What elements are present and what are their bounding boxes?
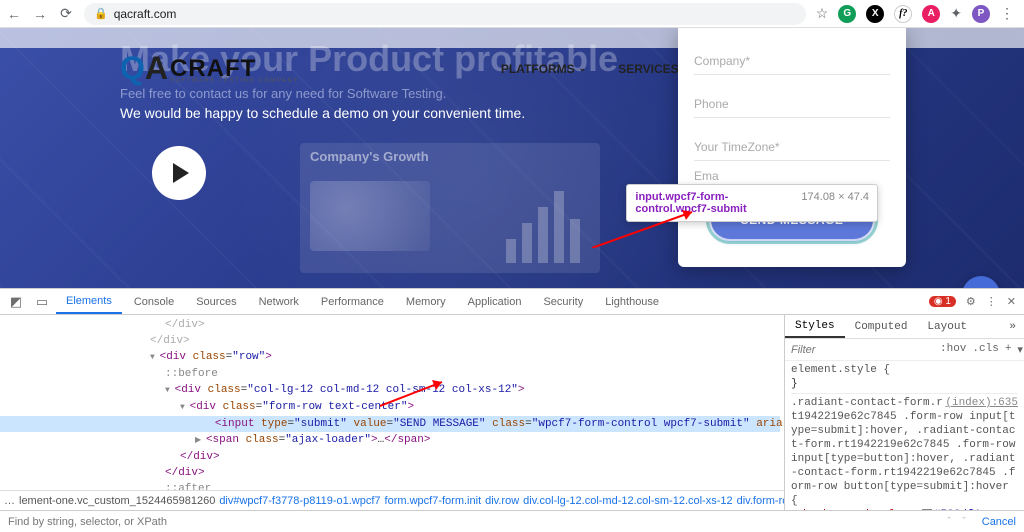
tooltip-dimensions: 174.08 × 47.4 — [801, 191, 869, 203]
bookmark-icon[interactable]: ☆ — [816, 5, 829, 22]
error-count-badge[interactable]: ◉ 1 — [929, 296, 956, 307]
cls-toggle[interactable]: .cls — [972, 343, 998, 357]
tab-sources[interactable]: Sources — [186, 289, 246, 314]
address-bar[interactable]: 🔒 qacraft.com — [84, 3, 806, 25]
styles-panel-menu-icon[interactable]: ▾ — [1017, 343, 1023, 357]
tab-console[interactable]: Console — [124, 289, 184, 314]
tab-elements[interactable]: Elements — [56, 289, 122, 314]
lock-icon: 🔒 — [94, 7, 108, 20]
phone-field[interactable] — [694, 91, 890, 118]
chevron-down-icon: ⌄ — [579, 63, 587, 74]
devtools-panel: ◩ ▭ Elements Console Sources Network Per… — [0, 288, 1024, 532]
tab-memory[interactable]: Memory — [396, 289, 456, 314]
extension-f[interactable]: f? — [894, 5, 912, 23]
styles-tab-more[interactable]: » — [1001, 315, 1024, 338]
styles-tab-styles[interactable]: Styles — [785, 315, 845, 338]
growth-chart: Company's Growth — [300, 143, 600, 273]
extensions-icon[interactable]: ✦ — [950, 5, 962, 22]
hero-line-1: Feel free to contact us for any need for… — [120, 86, 525, 101]
extension-g[interactable]: G — [838, 5, 856, 23]
chrome-menu-icon[interactable]: ⋮ — [1000, 5, 1014, 22]
find-navigate-icons[interactable]: ˆ ˇ — [947, 516, 969, 528]
tab-security[interactable]: Security — [533, 289, 593, 314]
forward-icon[interactable]: → — [32, 6, 48, 22]
styles-tab-computed[interactable]: Computed — [845, 315, 918, 338]
find-input[interactable]: Find by string, selector, or XPath — [8, 516, 935, 528]
timezone-field[interactable] — [694, 134, 890, 161]
new-rule-button[interactable]: + — [1005, 343, 1012, 357]
devtools-close-icon[interactable]: ✕ — [1007, 295, 1016, 308]
hov-toggle[interactable]: :hov — [940, 343, 966, 357]
tooltip-selector: input.wpcf7-form-control.wpcf7-submit — [635, 191, 785, 215]
tab-network[interactable]: Network — [249, 289, 309, 314]
logo-tagline: SOFTWARE TESTING COMPANY — [170, 78, 299, 84]
elements-breadcrumb[interactable]: … lement-one.vc_custom_1524465981260 div… — [0, 490, 784, 510]
page-viewport: Make your Product profitable Q A CRAFT P… — [0, 28, 1024, 288]
extension-x[interactable]: X — [866, 5, 884, 23]
nav-platforms[interactable]: PLATFORMS⌄ — [501, 62, 586, 76]
profile-avatar[interactable]: P — [972, 5, 990, 23]
play-button[interactable] — [152, 146, 206, 200]
browser-toolbar: ← → ⟳ 🔒 qacraft.com ☆ G X f? A ✦ P ⋮ — [0, 0, 1024, 28]
styles-filter-input[interactable] — [785, 344, 940, 356]
extension-a[interactable]: A — [922, 5, 940, 23]
reload-icon[interactable]: ⟳ — [58, 5, 74, 22]
tab-performance[interactable]: Performance — [311, 289, 394, 314]
elements-tree[interactable]: </div> </div> <div class="row"> ::before… — [0, 315, 784, 490]
find-cancel-button[interactable]: Cancel — [982, 516, 1016, 528]
styles-panel: Styles Computed Layout » :hov .cls + ▾ e… — [784, 315, 1024, 510]
devtools-settings-icon[interactable]: ⚙ — [966, 295, 976, 308]
style-rules[interactable]: element.style { } (index):635 .radiant-c… — [785, 361, 1024, 510]
styles-tab-layout[interactable]: Layout — [917, 315, 977, 338]
email-partial-label: Ema — [694, 169, 734, 183]
tab-lighthouse[interactable]: Lighthouse — [595, 289, 669, 314]
company-field[interactable] — [694, 48, 890, 75]
contact-form: Ema SEND MESSAGE — [678, 28, 906, 267]
device-toggle-icon[interactable]: ▭ — [30, 294, 54, 310]
hero-line-2: We would be happy to schedule a demo on … — [120, 105, 525, 121]
url-text: qacraft.com — [114, 7, 177, 21]
chart-title: Company's Growth — [310, 149, 429, 164]
element-inspect-tooltip: input.wpcf7-form-control.wpcf7-submit 17… — [626, 184, 878, 222]
back-icon[interactable]: ← — [6, 6, 22, 22]
devtools-menu-icon[interactable]: ⋮ — [986, 295, 997, 308]
tab-application[interactable]: Application — [458, 289, 532, 314]
inspect-element-icon[interactable]: ◩ — [4, 294, 28, 310]
